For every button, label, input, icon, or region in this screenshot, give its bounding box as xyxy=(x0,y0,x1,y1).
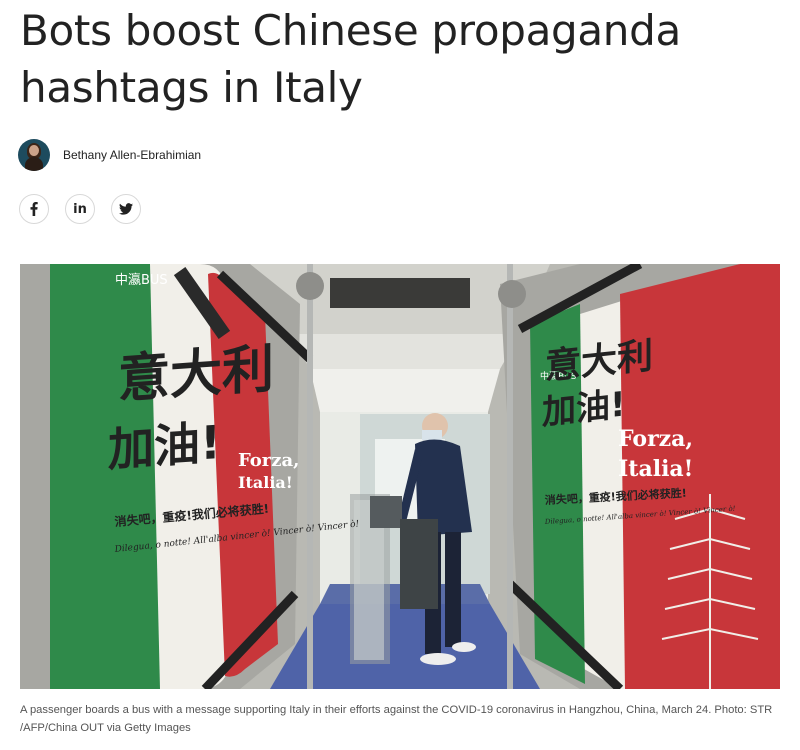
right-ad-italia: Italia! xyxy=(618,456,693,482)
author-name[interactable]: Bethany Allen-Ebrahimian xyxy=(63,148,201,162)
left-ad-line1: 意大利 xyxy=(118,339,274,410)
twitter-icon xyxy=(119,203,133,215)
linkedin-icon: in xyxy=(73,201,87,217)
article-headline: Bots boost Chinese propaganda hashtags in… xyxy=(20,2,780,116)
headline-line-1: Bots boost Chinese propaganda xyxy=(20,6,681,55)
left-ad-logo: 中瀛BUS xyxy=(115,272,168,288)
bus-interior-photo: 中瀛BUS 意大利 加油! Forza, Italia! 消失吧，重疫!我们必将… xyxy=(20,264,780,689)
facebook-share-button[interactable] xyxy=(19,194,49,224)
headline-line-2: hashtags in Italy xyxy=(20,63,363,112)
author-avatar[interactable] xyxy=(18,139,50,171)
left-ad-line2: 加油! xyxy=(108,415,221,477)
article-photo: 中瀛BUS 意大利 加油! Forza, Italia! 消失吧，重疫!我们必将… xyxy=(20,264,780,689)
twitter-share-button[interactable] xyxy=(111,194,141,224)
photo-caption: A passenger boards a bus with a message … xyxy=(20,704,773,734)
byline: Bethany Allen-Ebrahimian xyxy=(18,139,201,171)
linkedin-share-button[interactable]: in xyxy=(65,194,95,224)
facebook-icon xyxy=(30,202,38,216)
right-ad-forza: Forza, xyxy=(618,426,693,452)
left-ad-forza: Forza, xyxy=(238,450,299,471)
share-buttons: in xyxy=(19,194,141,224)
left-ad-italia: Italia! xyxy=(238,473,293,492)
